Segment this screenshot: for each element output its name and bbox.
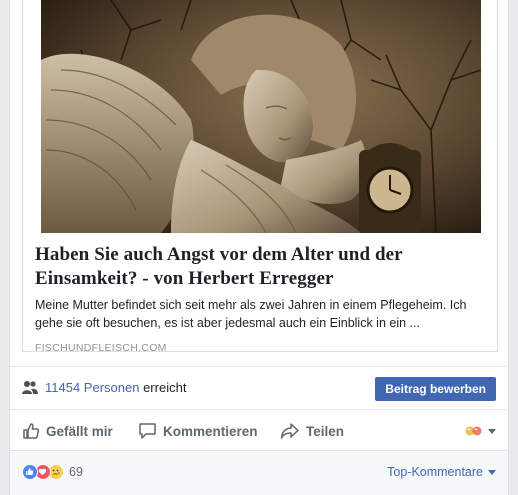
react-as-page-picker[interactable] (465, 425, 496, 437)
link-preview-card[interactable]: Haben Sie auch Angst vor dem Alter und d… (22, 0, 498, 354)
link-preview-title[interactable]: Haben Sie auch Angst vor dem Alter und d… (35, 243, 485, 291)
comment-button[interactable]: Kommentieren (138, 421, 258, 441)
angel-statue-image (41, 0, 481, 233)
link-preview-description: Meine Mutter befindet sich seit mehr als… (35, 298, 467, 330)
reactions-summary[interactable]: 69 (22, 464, 83, 480)
share-arrow-icon (280, 423, 299, 439)
reach-count-link[interactable]: 11454 Personen (45, 380, 139, 395)
chevron-down-icon (488, 469, 496, 475)
page-avatar-icon (465, 426, 482, 436)
comment-icon (139, 423, 156, 439)
link-preview-domain: FISCHUNDFLEISCH.COM (35, 342, 167, 354)
reach-bar: 11454 Personen erreicht Beitrag bewerben (10, 366, 508, 410)
chevron-down-icon (488, 428, 496, 434)
share-label: Teilen (306, 423, 345, 439)
reach-suffix: erreicht (143, 380, 187, 395)
like-label: Gefällt mir (46, 423, 113, 439)
share-button[interactable]: Teilen (280, 421, 344, 441)
comment-sort-dropdown[interactable]: Top-Kommentare (387, 465, 496, 479)
boost-post-button[interactable]: Beitrag bewerben (375, 377, 496, 401)
people-icon (22, 381, 38, 394)
comment-label: Kommentieren (163, 423, 258, 439)
thumbs-up-icon (23, 423, 40, 439)
like-button[interactable]: Gefällt mir (22, 421, 113, 441)
reaction-count[interactable]: 69 (69, 465, 83, 479)
comment-sort-label: Top-Kommentare (387, 465, 483, 479)
feed-post: Haben Sie auch Angst vor dem Alter und d… (9, 0, 509, 495)
like-reaction-icon (22, 464, 38, 480)
link-preview-text[interactable]: Haben Sie auch Angst vor dem Alter und d… (23, 233, 497, 354)
reach-text: 11454 Personen erreicht (45, 380, 186, 395)
link-preview-image[interactable] (41, 0, 481, 233)
post-action-bar: Gefällt mir Kommentieren Teilen (10, 411, 508, 451)
reactions-bar: 69 Top-Kommentare (10, 452, 508, 495)
